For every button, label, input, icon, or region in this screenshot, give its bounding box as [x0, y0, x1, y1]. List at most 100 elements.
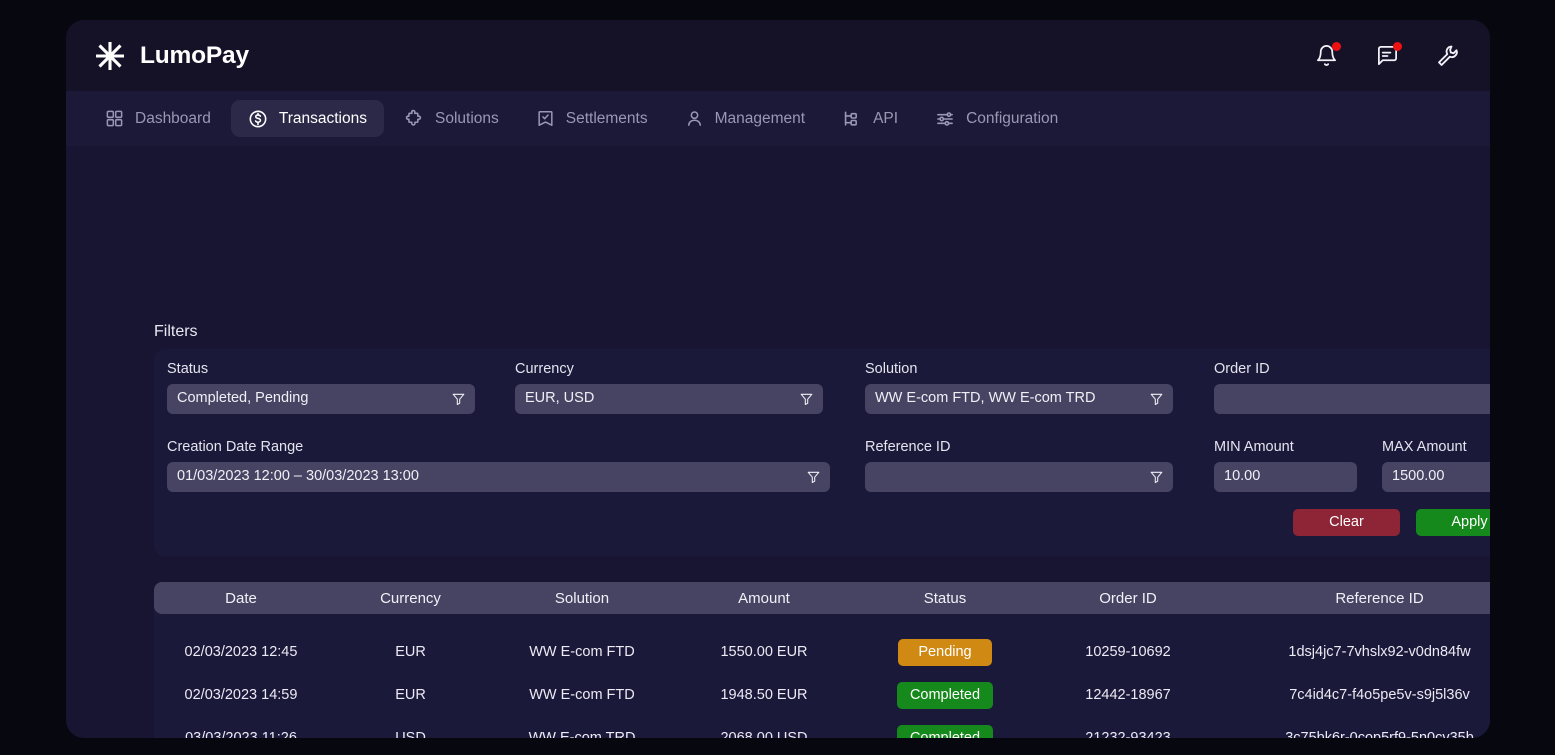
messages-notification-dot [1393, 41, 1402, 51]
cell-reference-id: 3c75bk6r-0cop5rf9-5n0cv35b [1223, 731, 1490, 738]
table-header-order-id[interactable]: Order ID [1033, 591, 1223, 606]
cell-currency: EUR [395, 644, 426, 661]
funnel-filter-icon [452, 393, 465, 405]
table-header-solution[interactable]: Solution [493, 591, 671, 606]
filter-order-id: Order ID [1214, 362, 1490, 414]
nav-item-api[interactable]: API [825, 100, 915, 137]
cell-date: 02/03/2023 12:45 [184, 644, 298, 661]
table-header-status[interactable]: Status [857, 591, 1033, 606]
cell-date: 02/03/2023 14:59 [184, 687, 298, 704]
nav-label-transactions: Transactions [278, 109, 367, 127]
table-row[interactable]: 02/03/2023 14:59 EUR WW E-com FTD 1948.5… [154, 674, 1490, 717]
cell-amount: 2068.00 USD [671, 731, 857, 738]
filter-min-amount-label: MIN Amount [1214, 439, 1294, 455]
nav-item-solutions[interactable]: Solutions [387, 100, 516, 137]
filter-solution: Solution WW E-com FTD, WW E-com TRD [865, 362, 1173, 414]
cell-solution: WW E-com FTD [529, 644, 635, 661]
funnel-filter-icon [807, 471, 820, 483]
filter-currency-select[interactable]: EUR, USD [515, 383, 823, 414]
cell-order-id: 10259-10692 [1085, 644, 1171, 661]
puzzle-piece-icon [405, 109, 422, 126]
cell-status: Pending [857, 638, 1033, 667]
user-person-icon [687, 111, 701, 126]
status-badge: Completed [896, 681, 994, 710]
status-badge: Completed [896, 724, 994, 738]
table-row[interactable]: 02/03/2023 12:45 EUR WW E-com FTD 1550.0… [154, 631, 1490, 674]
filter-currency: Currency EUR, USD [515, 362, 823, 414]
cell-currency: EUR [395, 687, 426, 704]
filter-date-range-label: Creation Date Range [167, 439, 304, 455]
messages-chat-icon[interactable] [1373, 41, 1402, 70]
filter-date-range-value: 01/03/2023 12:00 – 30/03/2023 13:00 [177, 469, 419, 484]
cell-solution: WW E-com FTD [529, 687, 635, 704]
sliders-icon [937, 111, 953, 126]
filter-min-amount: MIN Amount 10.00 [1214, 440, 1357, 492]
transactions-table: Date Currency Solution Amount Status Ord… [154, 582, 1490, 738]
table-header-reference-id[interactable]: Reference ID [1223, 591, 1490, 606]
filter-creation-date-range: Creation Date Range 01/03/2023 12:00 – 3… [167, 440, 830, 492]
app-window: LumoPay Dashboard Transactions Solutions… [66, 20, 1490, 738]
filter-min-amount-value: 10.00 [1224, 469, 1261, 484]
asterisk-star-icon [96, 41, 124, 70]
apply-filters-button[interactable]: Apply [1416, 509, 1490, 536]
cell-reference-id: 7c4id4c7-f4o5pe5v-s9j5l36v [1289, 687, 1470, 704]
table-header-currency[interactable]: Currency [328, 591, 493, 606]
nav-label-dashboard: Dashboard [135, 109, 211, 127]
filter-order-id-label: Order ID [1214, 361, 1270, 377]
filter-status: Status Completed, Pending [167, 362, 475, 414]
filter-status-value: Completed, Pending [177, 391, 309, 406]
filter-reference-id-input[interactable] [865, 461, 1173, 492]
cell-status: Completed [857, 681, 1033, 710]
filter-reference-id: Reference ID [865, 440, 1173, 492]
nav-label-api: API [873, 109, 899, 127]
filter-actions: Clear Apply [1293, 509, 1490, 536]
cell-currency: USD [328, 731, 493, 738]
clear-filters-button[interactable]: Clear [1293, 509, 1400, 536]
cell-order-id: 12442-18967 [1085, 687, 1171, 704]
cell-reference-id: 1dsj4jc7-7vhslx92-v0dn84fw [1288, 644, 1471, 661]
filter-date-range-input[interactable]: 01/03/2023 12:00 – 30/03/2023 13:00 [167, 461, 830, 492]
filter-order-id-input[interactable] [1214, 383, 1490, 414]
dollar-circle-icon [249, 110, 267, 127]
cell-order-id: 21232-93423 [1033, 731, 1223, 738]
cell-status: Completed [857, 724, 1033, 738]
funnel-filter-icon [1150, 393, 1163, 405]
filters-panel: Status Completed, Pending Currency EUR, … [154, 349, 1490, 556]
filters-heading: Filters [154, 323, 198, 340]
filter-currency-label: Currency [515, 361, 574, 377]
notification-bell-icon[interactable] [1312, 41, 1341, 70]
cell-date: 03/03/2023 11:26 [154, 731, 328, 738]
bell-notification-dot [1332, 41, 1341, 51]
status-badge: Pending [898, 638, 992, 667]
nav-label-configuration: Configuration [966, 109, 1059, 127]
nav-item-dashboard[interactable]: Dashboard [88, 100, 228, 137]
filter-max-amount-input[interactable]: 1500.00 [1382, 461, 1490, 492]
filter-currency-value: EUR, USD [525, 391, 595, 406]
brand[interactable]: LumoPay [93, 39, 249, 73]
filter-status-select[interactable]: Completed, Pending [167, 383, 475, 414]
table-header-date[interactable]: Date [154, 591, 328, 606]
main-nav: Dashboard Transactions Solutions Settlem… [66, 91, 1490, 146]
filter-min-amount-input[interactable]: 10.00 [1214, 461, 1357, 492]
tools-wrench-icon[interactable] [1434, 42, 1462, 70]
grid-squares-icon [106, 110, 123, 127]
filter-max-amount: MAX Amount 1500.00 [1382, 440, 1490, 492]
sitemap-branch-icon [844, 111, 858, 126]
table-row[interactable]: 03/03/2023 11:26 USD WW E-com TRD 2068.0… [154, 717, 1490, 738]
nav-item-settlements[interactable]: Settlements [519, 100, 665, 137]
nav-item-transactions[interactable]: Transactions [230, 100, 384, 137]
nav-label-management: Management [714, 109, 806, 127]
nav-item-configuration[interactable]: Configuration [918, 100, 1075, 137]
filter-solution-label: Solution [865, 361, 918, 377]
cell-amount: 1550.00 EUR [720, 644, 808, 661]
table-body: 02/03/2023 12:45 EUR WW E-com FTD 1550.0… [154, 614, 1490, 738]
page-content: Filters Status Completed, Pending Curren… [66, 146, 1490, 738]
filter-solution-value: WW E-com FTD, WW E-com TRD [875, 391, 1096, 406]
nav-label-settlements: Settlements [565, 109, 648, 127]
cell-solution: WW E-com TRD [493, 731, 671, 738]
table-header-row: Date Currency Solution Amount Status Ord… [154, 582, 1490, 614]
table-header-amount[interactable]: Amount [671, 591, 857, 606]
filter-solution-select[interactable]: WW E-com FTD, WW E-com TRD [865, 383, 1173, 414]
funnel-filter-icon [1150, 471, 1163, 483]
nav-item-management[interactable]: Management [668, 100, 822, 137]
